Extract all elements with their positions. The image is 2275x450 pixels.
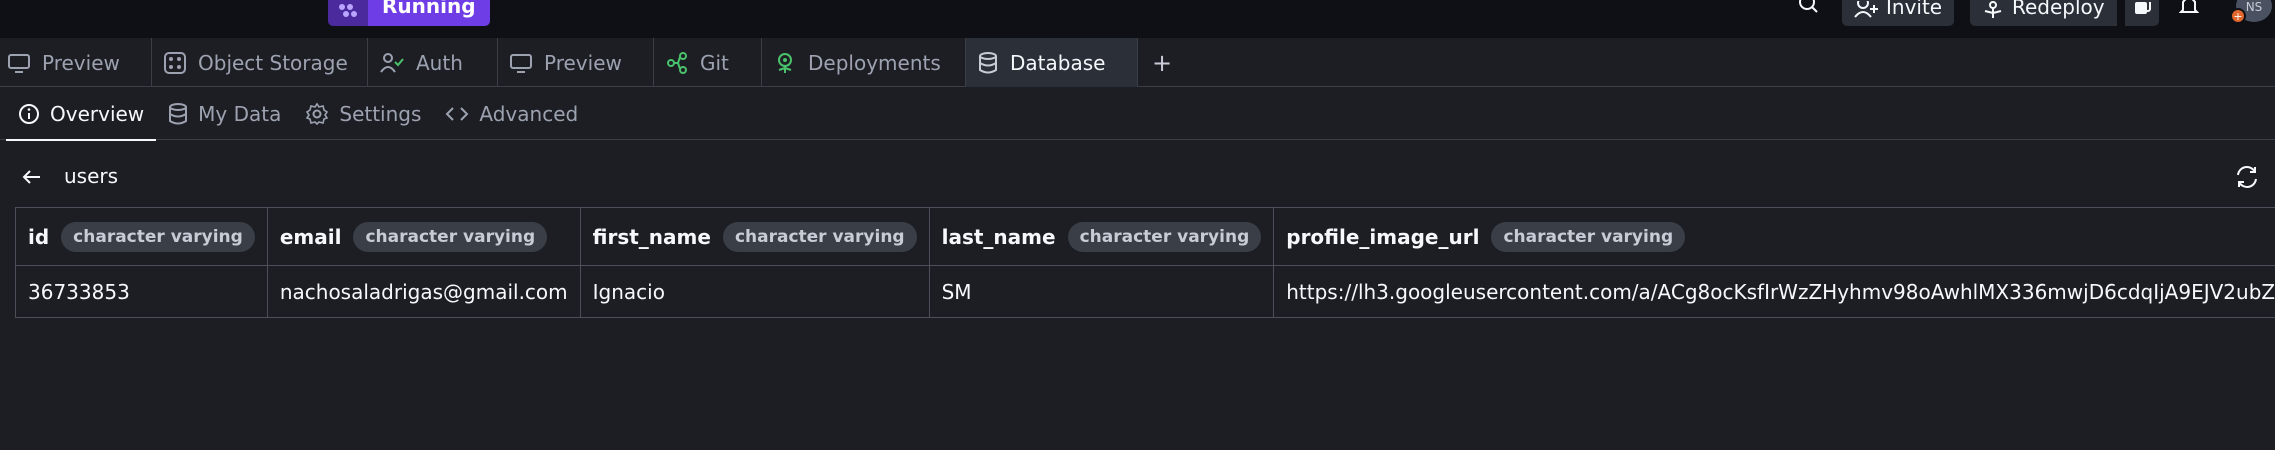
tab-object-storage[interactable]: Object Storage: [152, 38, 368, 87]
plus-icon: +: [1151, 48, 1173, 77]
storage-icon: [164, 51, 186, 74]
bell-icon[interactable]: [2178, 0, 2200, 16]
subtab-label: Overview: [50, 102, 145, 126]
tab-preview[interactable]: Preview: [0, 38, 152, 87]
search-icon[interactable]: [1796, 0, 1822, 16]
replit-run-icon: [339, 4, 357, 17]
arrow-left-icon: [22, 170, 40, 184]
monitor-icon: [510, 53, 532, 73]
table-row[interactable]: 36733853 nachosaladrigas@gmail.com Ignac…: [15, 265, 2275, 318]
column-header-profile-image-url[interactable]: profile_image_url character varying: [1273, 207, 2275, 266]
tab-auth[interactable]: Auth: [368, 38, 498, 87]
tab-label: Git: [700, 50, 729, 75]
subtab-overview[interactable]: Overview: [6, 88, 157, 141]
add-user-icon: [1854, 1, 1878, 18]
avatar-badge: +: [2230, 8, 2246, 24]
add-tab-button[interactable]: +: [1138, 38, 1186, 87]
database-icon: [169, 103, 188, 125]
tab-deployments[interactable]: Deployments: [762, 38, 966, 87]
url-text: https://lh3.googleusercontent.com/a/ACg8…: [1286, 279, 2275, 304]
column-type-badge: character varying: [1067, 221, 1262, 252]
tab-label: Preview: [42, 50, 120, 75]
tab-git[interactable]: Git: [654, 38, 762, 87]
table-cell-last-name[interactable]: SM: [928, 265, 1275, 318]
deploy-icon: [778, 52, 792, 73]
table-view-header: users: [0, 156, 2275, 196]
table-cell-id[interactable]: 36733853: [15, 265, 268, 318]
data-table: id character varying email character varyi…: [15, 207, 2275, 318]
deploy-icon: [1984, 1, 2002, 18]
tab-preview-2[interactable]: Preview: [498, 38, 654, 87]
tab-label: Auth: [416, 50, 463, 75]
subtab-label: Advanced: [479, 102, 579, 126]
redeploy-button[interactable]: Redeploy: [1970, 0, 2117, 26]
column-header-email[interactable]: email character varying: [266, 207, 581, 266]
column-type-badge: character varying: [353, 221, 548, 252]
subtab-advanced[interactable]: Advanced: [433, 88, 590, 140]
refresh-icon: [2237, 166, 2257, 188]
monitor-icon: [8, 53, 30, 73]
table-cell-email[interactable]: nachosaladrigas@gmail.com: [266, 265, 581, 318]
column-type-badge: character varying: [61, 221, 255, 252]
subtab-label: My Data: [198, 102, 282, 126]
deploy-menu-button[interactable]: [2124, 0, 2159, 26]
database-subtabs: Overview My Data Settings Advanced: [0, 88, 2275, 141]
refresh-button[interactable]: [2234, 164, 2260, 190]
column-type-badge: character varying: [722, 221, 917, 252]
invite-button[interactable]: Invite: [1842, 0, 1955, 26]
subtab-label: Settings: [339, 102, 422, 126]
table-header-row: id character varying email character varyi…: [15, 207, 2275, 266]
run-status-group[interactable]: Running: [328, 0, 490, 26]
tab-label: Database: [1010, 50, 1106, 75]
table-name: users: [64, 164, 119, 188]
tab-label: Object Storage: [198, 50, 348, 75]
column-header-last-name[interactable]: last_name character varying: [928, 207, 1275, 266]
top-bar: Running Invite Redeploy NS +: [0, 0, 2275, 38]
workspace-tabs: Preview Object Storage Auth Preview Git …: [0, 38, 2275, 87]
column-name: profile_image_url: [1286, 224, 1480, 249]
copy-icon: [2135, 2, 2151, 14]
back-button[interactable]: [20, 165, 44, 189]
column-name: last_name: [941, 224, 1056, 249]
column-name: first_name: [592, 224, 711, 249]
git-branch-icon: [667, 51, 687, 74]
tab-label: Deployments: [808, 50, 941, 75]
tab-database[interactable]: Database: [966, 38, 1138, 87]
gear-icon: [306, 102, 329, 126]
column-type-badge: character varying: [1491, 221, 1686, 252]
code-icon: [445, 107, 469, 121]
info-icon: [19, 104, 39, 124]
column-name: email: [279, 224, 342, 249]
invite-label: Invite: [1886, 0, 1943, 19]
column-name: id: [28, 224, 50, 249]
running-status-label[interactable]: Running: [368, 0, 490, 26]
database-icon: [979, 51, 997, 73]
subtab-settings[interactable]: Settings: [293, 88, 433, 140]
table-cell-profile-image-url[interactable]: https://lh3.googleusercontent.com/a/ACg8…: [1273, 265, 2275, 318]
run-stop-button[interactable]: [328, 0, 368, 26]
redeploy-label: Redeploy: [2012, 0, 2105, 19]
table-cell-first-name[interactable]: Ignacio: [579, 265, 930, 318]
column-header-id[interactable]: id character varying: [15, 207, 268, 266]
tab-label: Preview: [544, 50, 622, 75]
user-check-icon: [380, 52, 404, 73]
column-header-first-name[interactable]: first_name character varying: [579, 207, 930, 266]
subtab-my-data[interactable]: My Data: [156, 88, 293, 140]
